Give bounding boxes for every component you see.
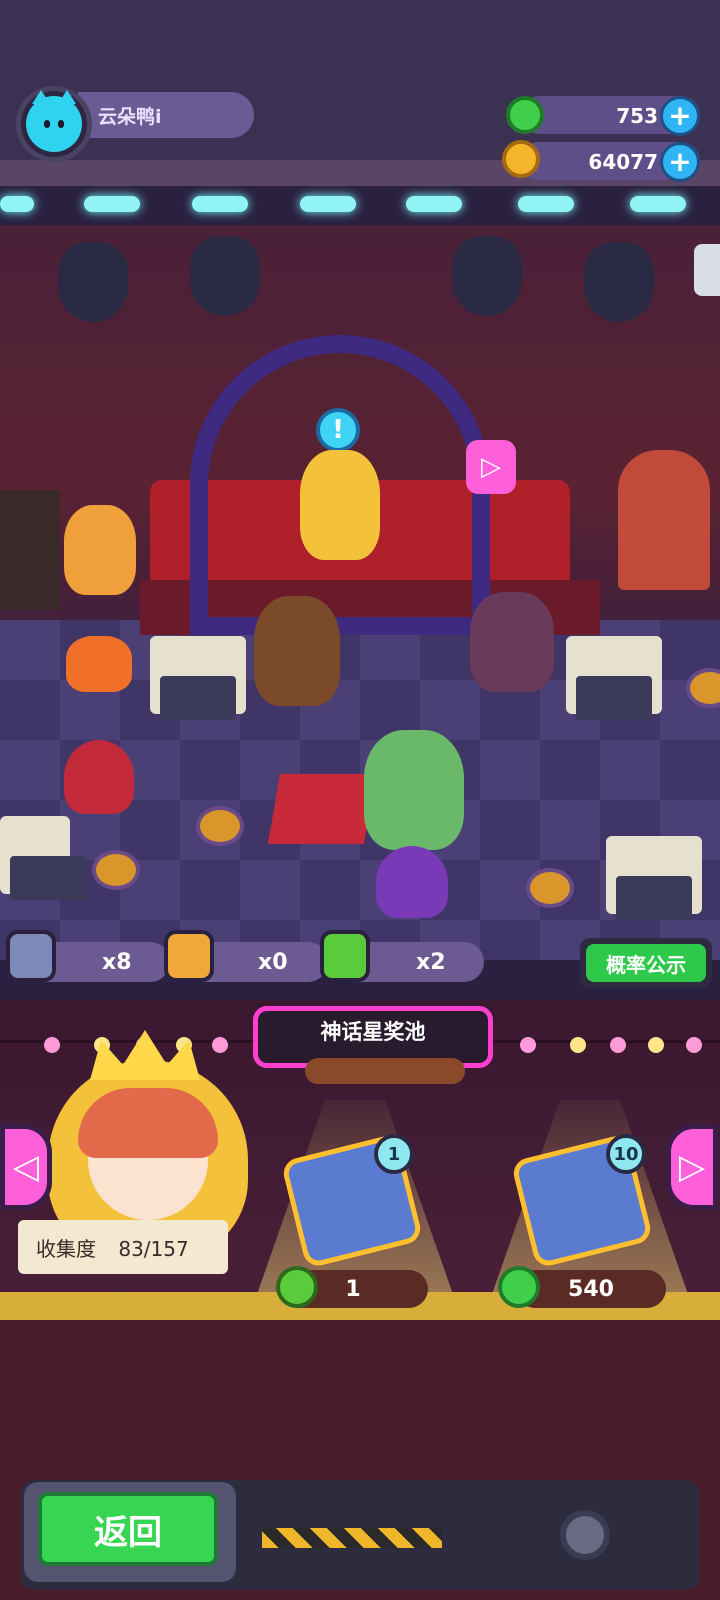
pool-plank [305, 1058, 465, 1084]
ceiling-lamp [192, 196, 248, 212]
spotlight [190, 236, 260, 316]
draw-ten-badge: 10 [606, 1134, 646, 1174]
ceiling-lamp [518, 196, 574, 212]
probability-button-label: 概率公示 [586, 944, 706, 982]
musketeer-character[interactable] [254, 596, 340, 706]
item-count-green: x2 [416, 950, 446, 975]
crowned-slime-character[interactable] [66, 636, 132, 692]
pool-title: 神话星奖池 [320, 1020, 426, 1044]
green-cap-icon [320, 930, 370, 982]
featured-character-hair [78, 1088, 218, 1158]
blue-cap-icon [6, 930, 56, 982]
probability-button[interactable]: 概率公示 [580, 938, 712, 988]
forest-king-character[interactable] [364, 730, 464, 850]
currency-gold-value: 64077 [588, 150, 658, 174]
player-name: 云朵鸭i [98, 106, 162, 128]
spotlight [58, 242, 128, 322]
bulb [686, 1037, 702, 1053]
back-button[interactable]: 返回 [24, 1482, 236, 1582]
ceiling-lamp [406, 196, 462, 212]
back-button-label: 返回 [38, 1492, 218, 1566]
bulb [570, 1037, 586, 1053]
add-green-coin-button[interactable]: + [660, 96, 700, 136]
item-count-orange: x0 [258, 950, 288, 975]
gear-icon [560, 1510, 610, 1560]
red-octopus-character[interactable] [64, 740, 134, 814]
item-count-blue: x8 [102, 950, 132, 975]
burger-character[interactable] [64, 505, 136, 595]
currency-green-value: 753 [616, 104, 658, 128]
stool [526, 868, 574, 908]
stool [92, 850, 140, 890]
green-coin-icon [506, 96, 544, 134]
collection-label-text: 收集度 [36, 1237, 96, 1261]
prev-pool-button[interactable]: ◁ [0, 1124, 52, 1210]
next-pool-button[interactable]: ▷ [666, 1124, 718, 1210]
ceiling-lamp [0, 196, 34, 212]
bulb [520, 1037, 536, 1053]
purple-octopus-character[interactable] [376, 846, 448, 918]
bulb [212, 1037, 228, 1053]
bulb [648, 1037, 664, 1053]
bulb [610, 1037, 626, 1053]
draw-one-badge: 1 [374, 1134, 414, 1174]
stage-performer-character[interactable] [300, 450, 380, 560]
hazard-stripe [262, 1528, 442, 1548]
side-tab-button[interactable] [694, 244, 720, 296]
add-gold-button[interactable]: + [660, 142, 700, 182]
spotlight [584, 242, 654, 322]
ceiling-lamp [84, 196, 140, 212]
green-cap-icon [276, 1266, 318, 1308]
stage-next-icon[interactable]: ▷ [466, 440, 516, 494]
cafe-table[interactable] [150, 636, 246, 720]
ceiling-lamp [630, 196, 686, 212]
green-coin-icon [498, 1266, 540, 1308]
collection-label: 收集度 83/157 [36, 1233, 189, 1262]
cafe-table[interactable] [566, 636, 662, 720]
orange-cap-icon [164, 930, 214, 982]
avatar [26, 90, 82, 152]
stool [196, 806, 244, 846]
alert-icon[interactable]: ! [316, 408, 360, 452]
piano [0, 490, 60, 610]
player-avatar-button[interactable] [16, 86, 92, 162]
cafe-table-red[interactable] [267, 774, 377, 844]
dancer-character[interactable] [470, 592, 554, 692]
cafe-table[interactable] [606, 836, 702, 920]
ceiling-lamp [300, 196, 356, 212]
cafe-table[interactable] [0, 816, 86, 900]
spotlight [452, 236, 522, 316]
jukebox[interactable] [618, 450, 710, 590]
collection-value: 83/157 [118, 1237, 189, 1261]
bulb [44, 1037, 60, 1053]
gold-planet-icon [502, 140, 540, 178]
